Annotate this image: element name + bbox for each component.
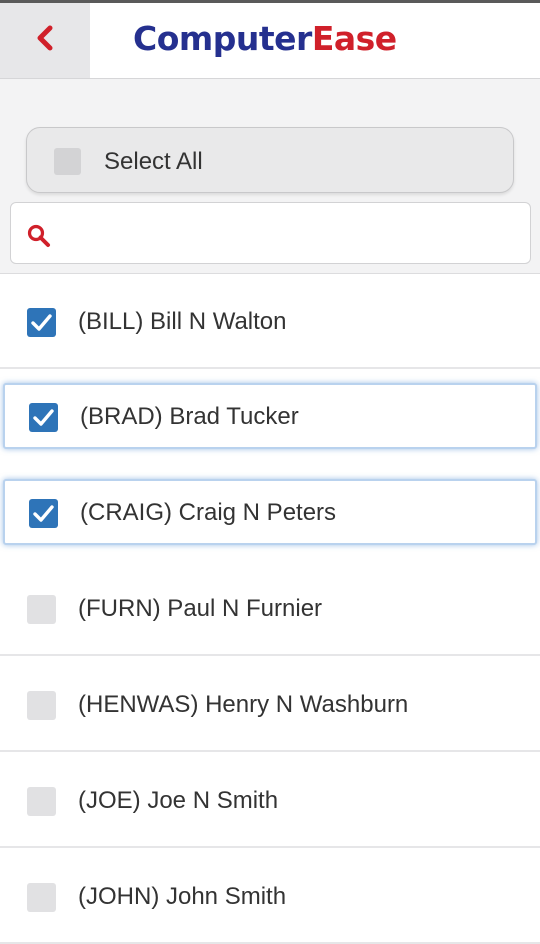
search-icon — [26, 223, 52, 249]
employee-row[interactable]: (HENWAS) Henry N Washburn — [0, 657, 540, 752]
checkbox-unchecked[interactable] — [27, 595, 56, 624]
checkbox-unchecked[interactable] — [27, 787, 56, 816]
employee-row[interactable]: (FURN) Paul N Furnier — [0, 561, 540, 656]
employee-label: (BRAD) Brad Tucker — [80, 403, 299, 430]
employee-label: (HENWAS) Henry N Washburn — [78, 691, 409, 718]
checkbox-checked[interactable] — [29, 403, 58, 432]
search-input[interactable] — [67, 213, 521, 255]
app-header: ComputerEase — [0, 3, 540, 79]
employee-label: (BILL) Bill N Walton — [78, 308, 287, 335]
employee-row[interactable]: (JOE) Joe N Smith — [0, 753, 540, 848]
employee-label: (JOE) Joe N Smith — [78, 787, 279, 814]
checkbox-unchecked[interactable] — [27, 883, 56, 912]
chevron-left-icon — [35, 25, 55, 56]
employee-row[interactable]: (BILL) Bill N Walton — [0, 274, 540, 369]
checkmark-icon — [33, 505, 54, 522]
checkmark-icon — [33, 409, 54, 426]
employee-row[interactable]: (JOHN) John Smith — [0, 849, 540, 944]
employee-label: (JOHN) John Smith — [78, 883, 287, 910]
employee-label: (CRAIG) Craig N Peters — [80, 499, 337, 526]
checkbox-unchecked[interactable] — [27, 691, 56, 720]
logo-text-accent: Ease — [311, 19, 397, 58]
checkmark-icon — [31, 314, 52, 331]
search-bar[interactable] — [10, 202, 531, 264]
select-all-checkbox[interactable] — [54, 148, 81, 175]
employee-label: (FURN) Paul N Furnier — [78, 595, 323, 622]
back-button[interactable] — [0, 3, 90, 78]
employee-row[interactable]: (CRAIG) Craig N Peters — [3, 479, 537, 545]
logo-text-primary: Computer — [133, 19, 312, 58]
app-logo: ComputerEase — [133, 19, 397, 59]
checkbox-checked[interactable] — [29, 499, 58, 528]
checkbox-checked[interactable] — [27, 308, 56, 337]
select-all-label: Select All — [104, 148, 203, 175]
employee-row[interactable]: (BRAD) Brad Tucker — [3, 383, 537, 449]
select-all-toggle[interactable]: Select All — [26, 127, 514, 193]
employee-list: (BILL) Bill N Walton (BRAD) Brad Tucker (C… — [0, 273, 540, 944]
